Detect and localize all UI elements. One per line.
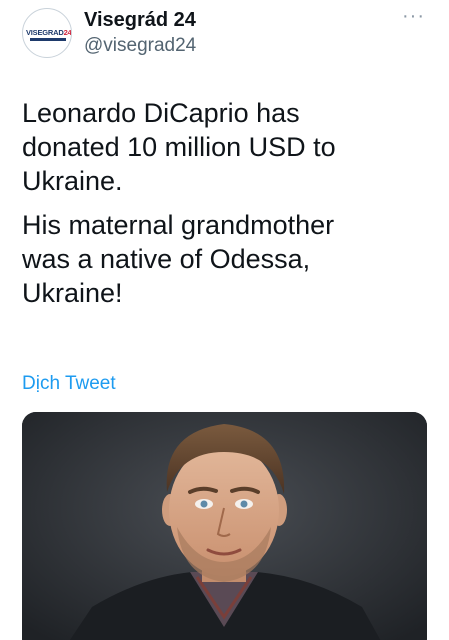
tweet-header: VISEGRAD24 Visegrád 24 @visegrad24 ···	[22, 6, 433, 62]
avatar-logo-bar	[30, 38, 66, 41]
tweet-photo[interactable]	[22, 412, 427, 640]
tweet-paragraph-1: Leonardo DiCaprio has donated 10 million…	[22, 98, 336, 196]
user-handle[interactable]: @visegrad24	[84, 34, 196, 58]
tweet-paragraph-2: His maternal grandmother was a native of…	[22, 210, 335, 308]
translate-tweet-link[interactable]: Dịch Tweet	[22, 372, 116, 396]
tweet-text: Leonardo DiCaprio has donated 10 million…	[22, 96, 422, 320]
avatar-logo: VISEGRAD24	[26, 28, 72, 43]
author-names: Visegrád 24 @visegrad24	[84, 8, 196, 58]
avatar-logo-text: VISEGRAD24	[26, 28, 72, 37]
portrait-image	[22, 412, 427, 640]
avatar[interactable]: VISEGRAD24	[22, 8, 72, 58]
tweet-card: VISEGRAD24 Visegrád 24 @visegrad24 ··· L…	[0, 0, 449, 640]
display-name[interactable]: Visegrád 24	[84, 8, 196, 32]
more-options-icon[interactable]: ···	[402, 6, 425, 26]
